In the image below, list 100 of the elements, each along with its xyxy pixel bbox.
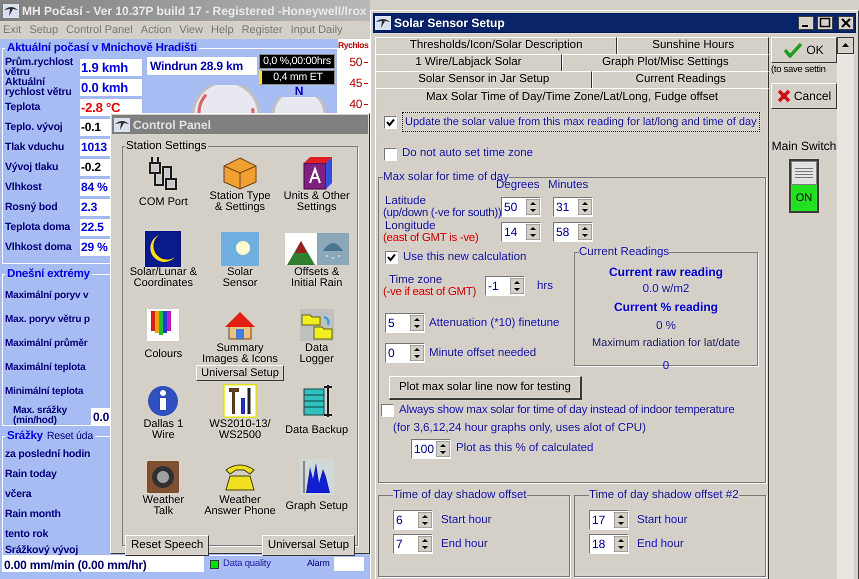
spin-arrows-icon[interactable] bbox=[418, 536, 432, 552]
panel-item-label[interactable]: Dallas 1 Wire bbox=[143, 419, 184, 442]
maximize-icon[interactable] bbox=[817, 16, 833, 30]
panel-item-label[interactable]: Data Backup bbox=[285, 424, 348, 436]
group-title: Current Readings bbox=[579, 245, 670, 260]
field-label: Minute offset needed bbox=[429, 346, 536, 361]
panel-item-label[interactable]: Solar Sensor bbox=[222, 267, 258, 290]
number-spinner[interactable]: 18 bbox=[589, 534, 629, 554]
checkbox-label[interactable]: Update the solar value from this max reading for lat/long and time of day bbox=[402, 112, 760, 132]
field-label: Vlhkost bbox=[5, 182, 43, 192]
number-spinner[interactable]: 100 bbox=[411, 438, 451, 459]
spin-arrows-icon[interactable] bbox=[436, 440, 450, 457]
windrun-field: Windrun 28.9 km bbox=[147, 57, 257, 76]
tab[interactable]: Max Solar Time of Day/Time Zone/Lat/Long, Fudge offset bbox=[375, 88, 769, 107]
group-title: Time of day shadow offset bbox=[393, 488, 527, 503]
checkbox-label[interactable]: Use this new calculation bbox=[403, 248, 526, 266]
checkbox-label[interactable]: Always show max solar for time of day instead of indoor temperature bbox=[399, 402, 735, 420]
close-icon[interactable] bbox=[838, 16, 854, 30]
field-label: Time zone bbox=[388, 274, 444, 286]
value-field: 1013 bbox=[80, 138, 110, 156]
group-title: Station Settings bbox=[125, 139, 208, 154]
panel-item-label[interactable]: Summary Images & Icons bbox=[202, 343, 278, 366]
panel-item-label[interactable]: Graph Setup bbox=[285, 500, 348, 512]
field-label: Max. srážky (min/hod) bbox=[13, 406, 68, 426]
number-spinner[interactable]: 50 bbox=[501, 196, 541, 217]
spin-arrows-icon[interactable] bbox=[526, 198, 540, 215]
tab[interactable]: Graph Plot/Misc Settings bbox=[562, 54, 770, 71]
spin-arrows-icon[interactable] bbox=[578, 224, 592, 240]
field-label: Srážkový vývoj bbox=[5, 545, 78, 556]
digital-display: 0,4 mm ET bbox=[259, 70, 335, 86]
status-label: Data quality bbox=[223, 556, 272, 571]
spin-arrows-icon[interactable] bbox=[526, 224, 540, 240]
number-spinner[interactable]: 5 bbox=[385, 313, 425, 334]
scroll-up-icon[interactable] bbox=[837, 37, 854, 54]
checkbox-label[interactable]: Do not auto set time zone bbox=[402, 145, 534, 163]
field-label: včera bbox=[5, 487, 32, 502]
reading-value: 0 bbox=[662, 358, 670, 374]
number-spinner[interactable]: 0 bbox=[385, 343, 425, 364]
switch-label: Main Switch bbox=[772, 138, 836, 156]
tab[interactable]: Solar Sensor in Jar Setup bbox=[375, 71, 592, 88]
scale-tick: 50 bbox=[349, 54, 362, 72]
number-spinner[interactable]: 7 bbox=[393, 534, 433, 554]
compass-drawing bbox=[271, 97, 327, 116]
panel-item-label[interactable]: Colours bbox=[144, 348, 182, 360]
close-icon bbox=[776, 89, 791, 104]
house-icon bbox=[222, 309, 257, 342]
panel-item-label[interactable]: Station Type & Settings bbox=[210, 191, 270, 214]
group-title: Time of day shadow offset #2 bbox=[589, 488, 739, 503]
panel-item-label[interactable]: WS2010-13/ WS2500 bbox=[209, 419, 271, 442]
panel-item-label[interactable]: Solar/Lunar & Coordinates bbox=[130, 267, 197, 290]
compass-label: N bbox=[294, 85, 304, 98]
spin-arrows-icon[interactable] bbox=[578, 198, 592, 215]
panel-item-label[interactable]: Weather Talk bbox=[142, 495, 184, 518]
spin-arrows-icon[interactable] bbox=[614, 536, 628, 552]
field-label: Rosný bod bbox=[5, 202, 58, 212]
tab[interactable]: Thresholds/Icon/Solar Description bbox=[375, 37, 618, 54]
number-spinner[interactable]: 6 bbox=[393, 510, 433, 530]
spin-arrows-icon[interactable] bbox=[510, 278, 524, 294]
reading-label: Current raw reading bbox=[608, 264, 724, 280]
checkbox[interactable] bbox=[381, 404, 394, 418]
reset-speech-button[interactable]: Reset Speech bbox=[125, 535, 210, 556]
spin-arrows-icon[interactable] bbox=[614, 512, 628, 528]
panel-item-label[interactable]: Units & Other Settings bbox=[284, 191, 350, 214]
number-spinner[interactable]: 31 bbox=[553, 196, 593, 217]
panel-item-label[interactable]: Data Logger bbox=[300, 343, 334, 366]
reading-label: Maximum radiation for lat/date bbox=[592, 336, 740, 351]
field-label: Max. poryv větru p bbox=[5, 312, 90, 327]
universal-setup-button[interactable]: Universal Setup bbox=[262, 535, 355, 556]
tab[interactable]: Current Readings bbox=[592, 71, 769, 88]
field-label: End hour bbox=[637, 536, 684, 552]
scrollbar[interactable] bbox=[837, 37, 854, 579]
number-spinner[interactable]: 17 bbox=[589, 510, 629, 530]
moon-icon bbox=[145, 231, 182, 268]
checkbox[interactable] bbox=[384, 148, 397, 160]
checkbox[interactable] bbox=[385, 250, 398, 264]
tab[interactable]: 1 Wire/Labjack Solar bbox=[375, 54, 562, 71]
panel-item-label[interactable]: COM Port bbox=[138, 196, 188, 208]
universal-setup-button[interactable]: Universal Setup bbox=[196, 365, 284, 382]
section-title: Dnešní extrémy bbox=[6, 267, 91, 282]
status-label: Alarm bbox=[307, 557, 330, 570]
spin-arrows-icon[interactable] bbox=[410, 345, 424, 362]
minimize-icon[interactable] bbox=[798, 16, 814, 30]
reading-value: 0.0 w/m2 bbox=[642, 282, 690, 296]
cancel-button[interactable]: Cancel bbox=[771, 83, 837, 110]
plot-button[interactable]: Plot max solar line now for testing bbox=[389, 376, 582, 400]
number-spinner[interactable]: 58 bbox=[553, 222, 593, 242]
number-spinner[interactable]: 14 bbox=[501, 222, 541, 242]
spin-arrows-icon[interactable] bbox=[410, 315, 424, 332]
field-label: Maximální průměr bbox=[5, 336, 88, 351]
ok-button[interactable]: OK bbox=[771, 37, 837, 63]
reset-link[interactable]: Reset úda bbox=[46, 428, 93, 444]
spin-arrows-icon[interactable] bbox=[418, 512, 432, 528]
tab[interactable]: Sunshine Hours bbox=[617, 37, 770, 54]
number-spinner[interactable]: -1 bbox=[485, 276, 525, 296]
panel-item-label[interactable]: Offsets & Initial Rain bbox=[290, 267, 342, 290]
value-field: 84 % bbox=[80, 178, 110, 196]
panel-item-label[interactable]: Weather Answer Phone bbox=[204, 495, 276, 518]
checkbox[interactable] bbox=[384, 116, 397, 128]
main-switch[interactable]: ON bbox=[789, 159, 819, 214]
mountain-cloud-icon bbox=[284, 233, 349, 266]
